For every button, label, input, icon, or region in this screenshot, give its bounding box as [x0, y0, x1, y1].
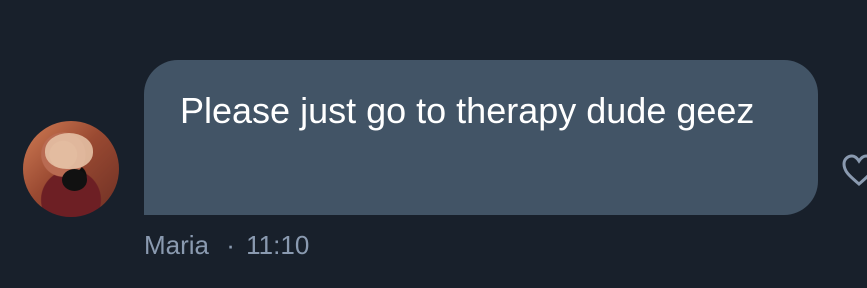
heart-icon[interactable] [842, 154, 867, 188]
message-row: Please just go to therapy dude geez Mari… [0, 0, 867, 288]
message-bubble[interactable]: Please just go to therapy dude geez [144, 60, 818, 215]
sender-name: Maria [144, 230, 210, 260]
avatar[interactable] [23, 121, 119, 217]
message-text: Please just go to therapy dude geez [180, 90, 755, 131]
message-meta: Maria · 11:10 [144, 229, 309, 261]
meta-separator: · [226, 230, 235, 260]
message-time: 11:10 [246, 230, 310, 260]
